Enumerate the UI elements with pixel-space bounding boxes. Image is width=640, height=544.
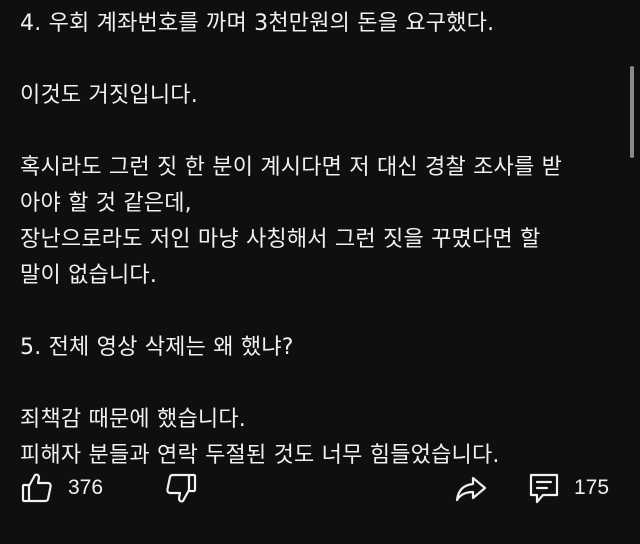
post-line: 혹시라도 그런 짓 한 분이 계시다면 저 대신 경찰 조사를 받 [20,155,563,180]
post-line: 4. 우회 계좌번호를 까며 3천만원의 돈을 요구했다. [20,11,495,36]
post-line: 5. 전체 영상 삭제는 왜 했냐? [20,335,294,360]
comment-button[interactable]: 175 [528,466,609,510]
like-button[interactable]: 376 [20,466,103,510]
dislike-button[interactable] [164,466,198,510]
scrollbar-thumb[interactable] [630,66,634,158]
thumbs-down-icon [164,471,198,505]
share-button[interactable] [454,466,488,510]
post-line: 말이 없습니다. [20,263,158,288]
comment-icon [528,471,560,505]
comment-count: 175 [574,476,610,499]
action-bar: 376 175 [0,466,640,510]
post-line: 이것도 거짓입니다. [20,83,198,108]
post-line: 죄책감 때문에 했습니다. [20,407,246,432]
share-arrow-icon [454,471,488,505]
post-line: 아야 할 것 같은데, [20,191,192,216]
like-count: 376 [68,476,104,499]
post-line: 장난으로라도 저인 마냥 사칭해서 그런 짓을 꾸몄다면 할 [20,227,541,252]
post-body: 4. 우회 계좌번호를 까며 3천만원의 돈을 요구했다. 이것도 거짓입니다.… [20,6,616,474]
thumbs-up-icon [20,471,54,505]
